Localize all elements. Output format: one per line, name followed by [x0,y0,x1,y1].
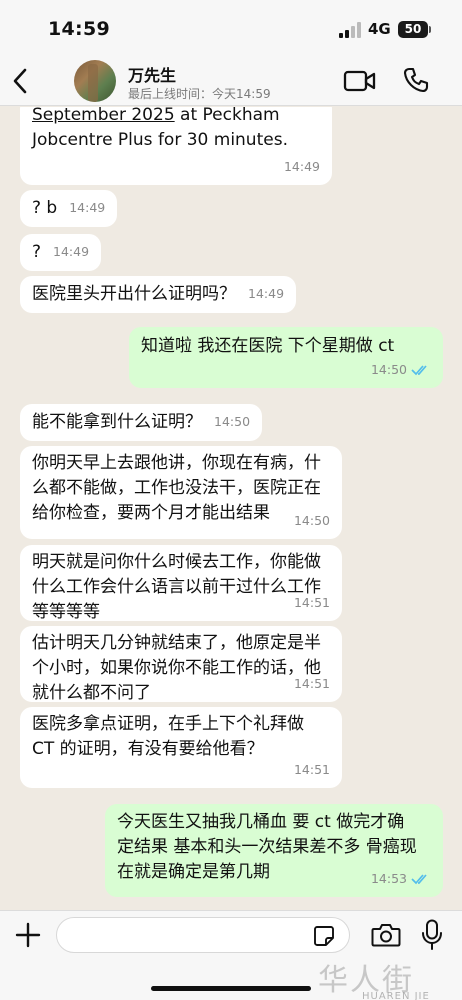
message-text: 医院里头开出什么证明吗？ [32,284,236,304]
message-input[interactable] [56,917,350,953]
message-list[interactable]: September 2025 at Peckham Jobcentre Plus… [0,107,462,910]
double-check-icon [411,874,427,885]
double-check-icon [411,365,427,376]
message-text: 能不能拿到什么证明？ [32,412,202,432]
message-text: 明天就是问你什么时候去工作，你能做什么工作会什么语言以前干过什么工作等等等等 [32,552,321,622]
message-time: 14:50 [293,513,330,528]
chat-header: 万先生 最后上线时间：今天14:59 [0,56,462,106]
message-time: 14:49 [248,286,285,301]
signal-icon [339,22,361,38]
message-text: ? b [32,198,58,218]
message-bubble-incoming[interactable]: 医院多拿点证明，在手上下个礼拜做 CT 的证明，有没有要给他看？ 14:51 [20,707,342,788]
message-time: 14:50 [214,414,251,429]
message-time: 14:51 [293,762,330,777]
message-bubble-incoming[interactable]: ? 14:49 [20,234,102,271]
message-text: September 2025 at Peckham Jobcentre Plus… [32,107,288,150]
message-bubble-incoming[interactable]: 你明天早上去跟他讲，你现在有病，什么都不能做，工作也没法干，医院正在给你检查，要… [20,446,342,539]
composer-bar: 华人街 HUAREN JIE [0,910,462,1000]
message-bubble-incoming[interactable]: ? b 14:49 [20,190,118,227]
battery-icon: 50 [398,21,428,38]
message-bubble-incoming[interactable]: 能不能拿到什么证明？ 14:50 [20,404,263,441]
message-bubble-incoming[interactable]: September 2025 at Peckham Jobcentre Plus… [20,107,332,185]
message-bubble-outgoing[interactable]: 今天医生又抽我几桶血 要 ct 做完才确定结果 基本和头一次结果差不多 骨癌现在… [105,804,443,897]
message-text: 知道啦 我还在医院 下个星期做 ct [141,336,395,356]
plus-icon[interactable] [14,921,42,949]
message-text: 医院多拿点证明，在手上下个礼拜做 CT 的证明，有没有要给他看？ [32,714,304,759]
message-bubble-incoming[interactable]: 明天就是问你什么时候去工作，你能做什么工作会什么语言以前干过什么工作等等等等 1… [20,545,342,622]
message-time: 14:51 [293,595,330,610]
network-type: 4G [368,20,391,38]
back-button[interactable] [6,64,34,98]
message-bubble-incoming[interactable]: 估计明天几分钟就结束了，他原定是半个小时，如果你说你不能工作的话，他就什么都不问… [20,626,342,703]
message-time: 14:53 [371,866,431,891]
message-time: 14:49 [283,159,320,174]
message-time: 14:49 [69,200,106,215]
message-bubble-outgoing[interactable]: 知道啦 我还在医院 下个星期做 ct 14:50 [129,327,443,388]
message-time: 14:50 [371,357,431,382]
phone-icon[interactable] [402,66,430,94]
contact-name[interactable]: 万先生 [128,62,176,86]
camera-icon[interactable] [371,922,401,948]
chevron-left-icon [13,68,27,94]
message-link[interactable]: September 2025 [32,107,175,125]
status-bar: 14:59 4G 50 [0,0,462,56]
message-text: 估计明天几分钟就结束了，他原定是半个小时，如果你说你不能工作的话，他就什么都不问… [32,633,321,703]
microphone-icon[interactable] [421,919,443,951]
status-time: 14:59 [48,18,110,40]
message-text: 你明天早上去跟他讲，你现在有病，什么都不能做，工作也没法干，医院正在给你检查，要… [32,453,321,523]
avatar[interactable] [74,60,116,102]
sticker-icon[interactable] [313,925,335,947]
message-text: ? [32,242,42,262]
message-time: 14:51 [293,676,330,691]
watermark-sub: HUAREN JIE [362,991,430,1000]
message-bubble-incoming[interactable]: 医院里头开出什么证明吗？ 14:49 [20,276,297,313]
home-indicator [151,986,311,991]
video-call-icon[interactable] [343,68,377,94]
message-time: 14:49 [53,244,90,259]
last-seen-status: 最后上线时间：今天14:59 [128,87,271,101]
battery-tip [429,26,431,33]
